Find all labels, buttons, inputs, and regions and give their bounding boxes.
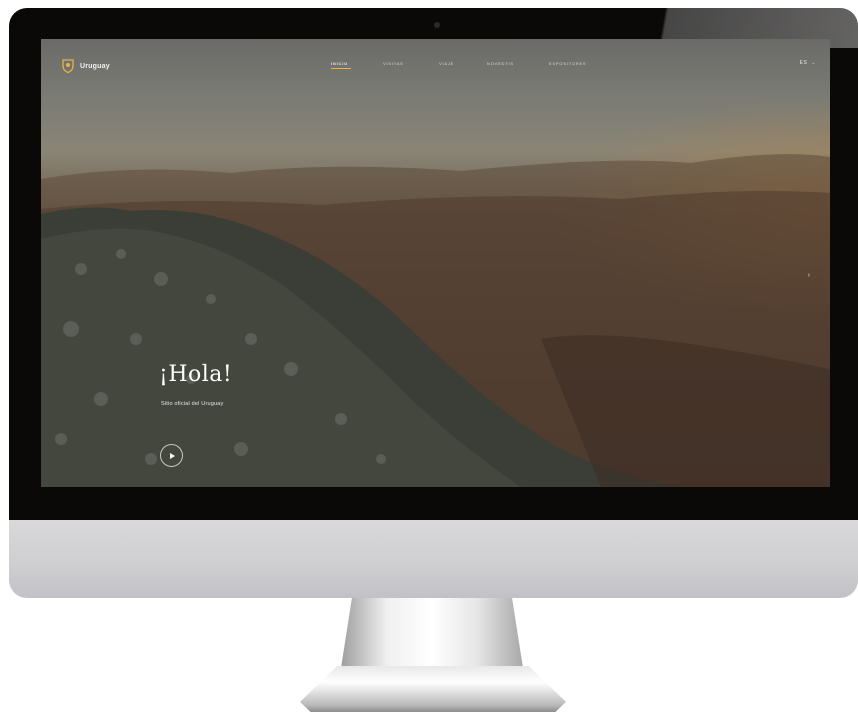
imac-monitor: Uruguay INICIO VISITAS VIAJE NOVEDTIS EX…	[9, 8, 858, 598]
nav-item-inicio[interactable]: INICIO	[331, 61, 348, 66]
site-logo[interactable]: Uruguay	[62, 59, 110, 73]
play-icon	[170, 452, 175, 459]
play-video-button[interactable]	[160, 444, 183, 467]
monitor-stand-neck	[341, 598, 523, 668]
shield-logo-icon	[62, 59, 74, 73]
language-code: ES	[799, 60, 808, 66]
landscape-background	[41, 154, 830, 487]
nav-item-novedades[interactable]: NOVEDTIS	[487, 61, 514, 66]
monitor-bezel: Uruguay INICIO VISITAS VIAJE NOVEDTIS EX…	[9, 8, 858, 520]
hero-title: ¡Hola!	[159, 362, 233, 387]
monitor-stand-base	[300, 666, 566, 712]
camera-icon	[434, 22, 440, 28]
nav-item-expositores[interactable]: EXPOSITORES	[549, 61, 586, 66]
active-nav-indicator	[331, 68, 351, 69]
website-screen: Uruguay INICIO VISITAS VIAJE NOVEDTIS EX…	[41, 39, 830, 487]
brand-name: Uruguay	[80, 62, 110, 70]
nav-item-visitas[interactable]: VISITAS	[383, 61, 404, 66]
site-navbar: Uruguay INICIO VISITAS VIAJE NOVEDTIS EX…	[41, 39, 830, 91]
hero-subtitle: Sitio oficial del Uruguay	[161, 401, 224, 407]
chevron-down-icon: ⌄	[811, 60, 816, 66]
language-selector[interactable]: ES ⌄	[800, 60, 816, 66]
next-slide-arrow-icon[interactable]: ›	[808, 272, 810, 279]
nav-item-viaje[interactable]: VIAJE	[439, 61, 454, 66]
monitor-chin	[9, 520, 858, 598]
